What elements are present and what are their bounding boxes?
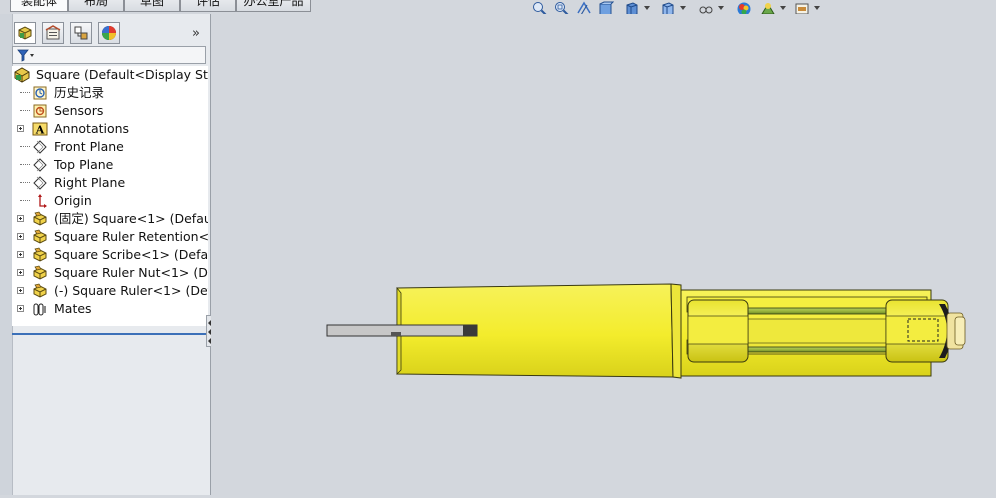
- part-icon: [33, 283, 47, 298]
- tree-node[interactable]: Square Scribe<1> (Default: [12, 246, 208, 264]
- tree-node[interactable]: Front Plane: [12, 138, 208, 156]
- dropdown-arrow-icon[interactable]: [814, 6, 820, 10]
- feature-tree: Square (Default<Display Stat 历史记录 Sensors A…: [12, 66, 208, 326]
- propertymanager-icon: [45, 25, 61, 40]
- feature-manager-panel: » Square (Default<Display Stat 历史记录 Sensor…: [0, 14, 211, 495]
- dropdown-arrow-icon[interactable]: [780, 6, 786, 10]
- expand-node-icon[interactable]: [17, 305, 24, 312]
- tree-node[interactable]: Square Ruler Retention<1:: [12, 228, 208, 246]
- tree-connector: [20, 200, 30, 201]
- tree-node-label: Right Plane: [54, 175, 126, 190]
- tree-node-label: Front Plane: [54, 139, 124, 154]
- assembly-icon: [14, 67, 30, 83]
- tree-node[interactable]: Mates: [12, 300, 208, 318]
- featuremanager-icon: [18, 26, 32, 40]
- expand-node-icon[interactable]: [17, 287, 24, 294]
- tree-filter-bar: [12, 46, 206, 64]
- plane-icon: [33, 140, 47, 154]
- history-icon: [33, 86, 47, 100]
- tab-evaluate[interactable]: 评估: [180, 0, 236, 12]
- propertymanager-tab[interactable]: [42, 22, 64, 44]
- tree-node[interactable]: 历史记录: [12, 84, 208, 102]
- tree-node-label: Square Scribe<1> (Default: [54, 247, 208, 262]
- expand-node-icon[interactable]: [17, 125, 24, 132]
- tree-node[interactable]: A Annotations: [12, 120, 208, 138]
- annotations-icon: A: [32, 122, 48, 137]
- tree-connector: [20, 182, 30, 183]
- tree-node[interactable]: Right Plane: [12, 174, 208, 192]
- svg-text:A: A: [35, 124, 45, 137]
- mates-icon: [33, 303, 46, 316]
- tree-node[interactable]: Top Plane: [12, 156, 208, 174]
- square-ruler-part[interactable]: [326, 324, 478, 337]
- dropdown-arrow-icon[interactable]: [644, 6, 650, 10]
- tree-node[interactable]: Sensors: [12, 102, 208, 120]
- part-icon: [33, 211, 47, 226]
- tree-node[interactable]: Origin: [12, 192, 208, 210]
- dropdown-arrow-icon[interactable]: [718, 6, 724, 10]
- tree-node[interactable]: Square Ruler Nut<1> (Def: [12, 264, 208, 282]
- tree-node-label: (固定) Square<1> (Default: [54, 211, 208, 226]
- tree-node[interactable]: (-) Square Ruler<1> (Defa: [12, 282, 208, 300]
- tree-connector: [20, 164, 30, 165]
- tree-node-label: Square (Default<Display Stat: [36, 67, 208, 82]
- tab-assembly[interactable]: 装配体: [10, 0, 68, 12]
- dropdown-arrow-icon[interactable]: [680, 6, 686, 10]
- configurationmanager-icon: [74, 26, 88, 40]
- panel-tab-bar: »: [12, 22, 208, 44]
- tab-office-products[interactable]: 办公室产品: [236, 0, 311, 12]
- tree-node-label: 历史记录: [54, 85, 105, 100]
- tree-node-label: Top Plane: [54, 157, 114, 172]
- displaymanager-icon: [102, 26, 116, 40]
- expand-panel-button[interactable]: »: [192, 26, 200, 41]
- expand-node-icon[interactable]: [17, 269, 24, 276]
- tree-node-label: Mates: [54, 301, 92, 316]
- displaymanager-tab[interactable]: [98, 22, 120, 44]
- tree-node-label: Annotations: [54, 121, 130, 136]
- filter-icon[interactable]: [17, 49, 35, 62]
- plane-icon: [33, 176, 47, 190]
- featuremanager-tab[interactable]: [14, 22, 36, 44]
- tree-node-label: Sensors: [54, 103, 104, 118]
- sensors-icon: [33, 104, 47, 118]
- part-icon: [33, 247, 47, 262]
- origin-icon: [38, 194, 47, 208]
- command-manager-tabs: 装配体 布局 草图 评估 办公室产品: [0, 0, 320, 13]
- plane-icon: [33, 158, 47, 172]
- tree-node[interactable]: (固定) Square<1> (Default: [12, 210, 208, 228]
- tree-connector: [20, 146, 30, 147]
- tree-node-label: Square Ruler Nut<1> (Def: [54, 265, 208, 280]
- part-icon: [33, 265, 47, 280]
- tab-layout[interactable]: 布局: [68, 0, 124, 12]
- part-icon: [33, 229, 47, 244]
- configurationmanager-tab[interactable]: [70, 22, 92, 44]
- tree-node-label: (-) Square Ruler<1> (Defa: [54, 283, 208, 298]
- tree-node-label: Square Ruler Retention<1:: [54, 229, 208, 244]
- tree-connector: [20, 92, 30, 93]
- expand-node-icon[interactable]: [17, 251, 24, 258]
- tree-connector: [20, 110, 30, 111]
- expand-node-icon[interactable]: [17, 233, 24, 240]
- tree-node-label: Origin: [54, 193, 92, 208]
- rollback-bar[interactable]: [12, 333, 208, 335]
- square-ruler-retention-part[interactable]: [680, 289, 949, 377]
- tab-sketch[interactable]: 草图: [124, 0, 180, 12]
- assembly-model[interactable]: [211, 14, 996, 495]
- expand-node-icon[interactable]: [17, 215, 24, 222]
- tree-root-assembly[interactable]: Square (Default<Display Stat: [12, 66, 208, 84]
- graphics-area[interactable]: [211, 14, 996, 495]
